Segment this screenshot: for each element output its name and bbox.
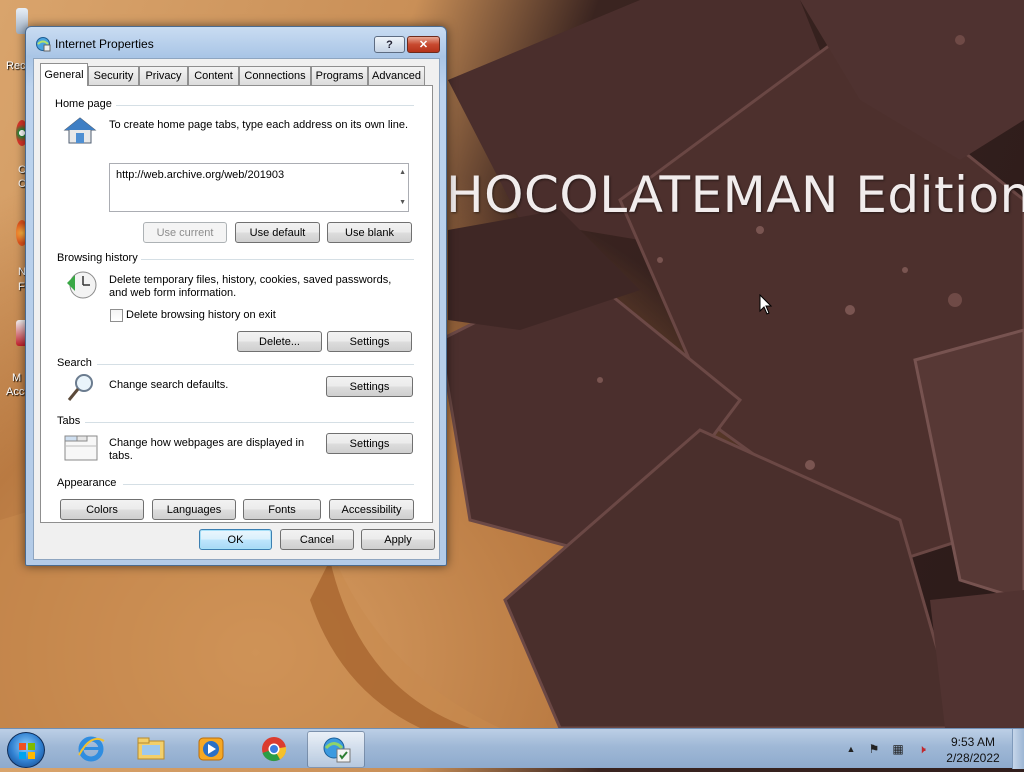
internet-options-icon [36,37,51,52]
browsing-history-description-1: Delete temporary files, history, cookies… [109,274,392,286]
taskbar-media-player[interactable] [182,731,240,768]
windows-explorer-icon [137,737,165,760]
tab-connections[interactable]: Connections [239,66,311,85]
divider [123,484,414,485]
browsing-history-group-title: Browsing history [57,252,138,264]
help-button[interactable]: ? [374,36,405,53]
cancel-button[interactable]: Cancel [280,529,354,550]
divider [85,422,414,423]
desktop-icon-label: M [12,372,22,384]
volume-muted-icon[interactable]: 🕨 [914,741,930,757]
divider [141,259,414,260]
general-tab-panel: Home page To create home page tabs, type… [40,85,433,523]
internet-properties-icon [323,737,351,763]
home-page-url[interactable]: http://web.archive.org/web/201903 [116,169,284,181]
delete-button[interactable]: Delete... [237,331,322,352]
clock-date: 2/28/2022 [946,751,1000,765]
appearance-group-title: Appearance [57,477,117,489]
tab-security[interactable]: Security [88,66,139,85]
tab-content[interactable]: Content [188,66,239,85]
desktop-icon-label: F [18,281,25,293]
home-page-group-title: Home page [55,98,112,110]
show-desktop-button[interactable] [1012,729,1024,769]
tab-advanced[interactable]: Advanced [368,66,425,85]
use-current-button[interactable]: Use current [143,222,227,243]
tabs-icon [64,435,98,461]
tabs-description-2: tabs. [109,450,133,462]
clock-time: 9:53 AM [950,735,996,749]
close-button[interactable]: ✕ [407,36,440,53]
ok-button[interactable]: OK [199,529,272,550]
tab-programs[interactable]: Programs [311,66,368,85]
system-clock[interactable]: 9:53 AM 2/28/2022 [938,734,1008,766]
tabs-group-title: Tabs [57,415,81,427]
tabs-settings-button[interactable]: Settings [326,433,413,454]
home-page-address-box[interactable]: http://web.archive.org/web/201903 ▲ ▼ [109,163,409,212]
delete-on-exit-checkbox[interactable] [110,309,123,322]
tab-general[interactable]: General [40,63,88,86]
use-default-button[interactable]: Use default [235,222,320,243]
colors-button[interactable]: Colors [60,499,144,520]
taskbar-chrome[interactable] [245,731,303,768]
chrome-icon [262,737,287,762]
search-description: Change search defaults. [109,379,229,391]
divider [116,105,414,106]
home-icon [63,117,97,144]
fonts-button[interactable]: Fonts [243,499,321,520]
wallpaper-caption: HOCOLATEMAN Edition [446,166,1024,224]
taskbar-internet-explorer[interactable] [62,731,120,768]
divider [97,364,414,365]
tabs-description-1: Change how webpages are displayed in [109,437,305,449]
accessibility-button[interactable]: Accessibility [329,499,414,520]
show-hidden-icons-icon[interactable]: ▲ [843,741,859,757]
tab-privacy[interactable]: Privacy [139,66,188,85]
taskbar-windows-explorer[interactable] [122,731,180,768]
taskbar: ▲ ⚑ ▦ 🕨 9:53 AM 2/28/2022 [0,728,1024,769]
action-center-flag-icon[interactable]: ⚑ [866,741,882,757]
search-icon [67,374,93,401]
media-player-icon [198,737,224,761]
apply-button[interactable]: Apply [361,529,435,550]
desktop-icon-label: Rec [6,60,26,72]
network-icon[interactable]: ▦ [890,741,906,757]
languages-button[interactable]: Languages [152,499,236,520]
mouse-cursor-icon [759,294,773,315]
scroll-down-icon[interactable]: ▼ [399,199,406,206]
taskbar-internet-properties[interactable] [307,731,365,768]
internet-properties-dialog: Internet Properties ? ✕ General Security… [25,26,447,566]
scroll-up-icon[interactable]: ▲ [399,169,406,176]
title-bar[interactable]: Internet Properties ? ✕ [26,27,446,59]
internet-explorer-icon [78,736,105,762]
dialog-title: Internet Properties [55,37,154,51]
windows-logo-icon [19,743,35,759]
home-page-instruction: To create home page tabs, type each addr… [109,119,409,131]
use-blank-button[interactable]: Use blank [327,222,412,243]
search-settings-button[interactable]: Settings [326,376,413,397]
start-button[interactable] [7,732,45,768]
history-icon [67,271,97,299]
desktop-icon-label: Acc [6,386,25,398]
browsing-history-description-2: and web form information. [109,287,237,299]
delete-on-exit-label[interactable]: Delete browsing history on exit [126,309,276,322]
search-group-title: Search [57,357,92,369]
dialog-client-area: General Security Privacy Content Connect… [33,58,440,560]
history-settings-button[interactable]: Settings [327,331,412,352]
